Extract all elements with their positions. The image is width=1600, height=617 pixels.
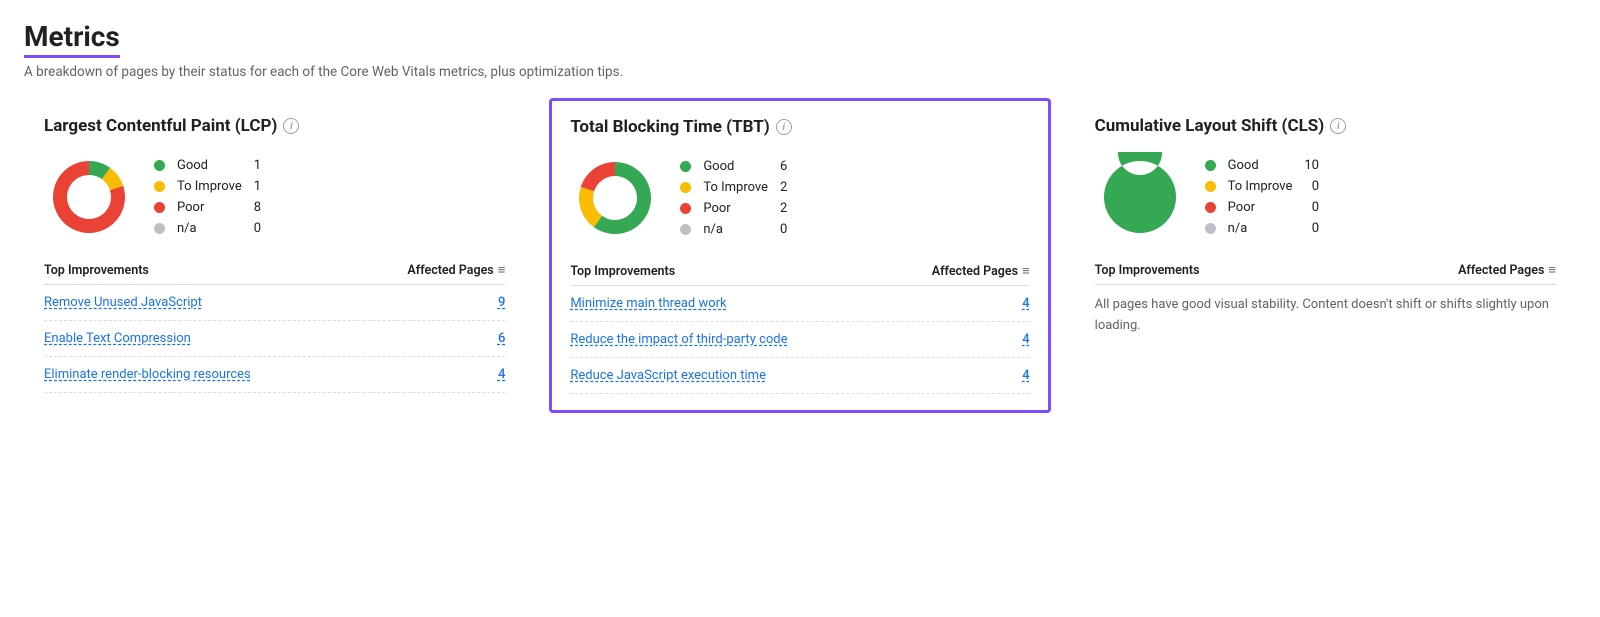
improvement-link-lcp-0[interactable]: Remove Unused JavaScript xyxy=(44,295,202,310)
affected-pages-label-cls: Affected Pages xyxy=(1458,263,1544,278)
legend-tbt: Good 6 To Improve 2 Poor 2 n/a 0 xyxy=(680,159,787,237)
affected-pages-label-tbt: Affected Pages xyxy=(932,264,1018,279)
legend-dot-tbt-1 xyxy=(680,182,691,193)
improvements-section-cls: Top Improvements Affected Pages ≡ All pages… xyxy=(1095,262,1556,337)
donut-chart-cls xyxy=(1095,152,1185,242)
improvement-link-lcp-1[interactable]: Enable Text Compression xyxy=(44,331,191,346)
legend-label-tbt-2: Poor xyxy=(703,201,768,216)
legend-value-cls-1: 0 xyxy=(1304,179,1319,194)
metric-panel-cls: Cumulative Layout Shift (CLS) i Good 10 To I… xyxy=(1075,98,1576,413)
metric-title-cls: Cumulative Layout Shift (CLS) i xyxy=(1095,116,1556,136)
improvement-link-lcp-2[interactable]: Eliminate render-blocking resources xyxy=(44,367,251,382)
legend-dot-cls-2 xyxy=(1205,202,1216,213)
legend-label-cls-1: To Improve xyxy=(1228,179,1293,194)
improvement-count-lcp-0: 9 xyxy=(485,295,505,310)
page-subtitle: A breakdown of pages by their status for… xyxy=(24,64,1576,80)
improvement-count-tbt-1: 4 xyxy=(1010,332,1030,347)
metric-title-lcp: Largest Contentful Paint (LCP) i xyxy=(44,116,505,136)
legend-value-tbt-0: 6 xyxy=(780,159,787,174)
improvements-header-cls: Top Improvements Affected Pages ≡ xyxy=(1095,262,1556,285)
improvement-link-tbt-1[interactable]: Reduce the impact of third-party code xyxy=(570,332,787,347)
legend-value-lcp-1: 1 xyxy=(254,179,261,194)
legend-value-tbt-1: 2 xyxy=(780,180,787,195)
legend-label-cls-0: Good xyxy=(1228,158,1293,173)
filter-icon-lcp[interactable]: ≡ xyxy=(498,262,506,278)
metrics-grid: Largest Contentful Paint (LCP) i Good 1 To I… xyxy=(24,98,1576,413)
improvement-row-lcp-1: Enable Text Compression 6 xyxy=(44,321,505,357)
legend-value-cls-0: 10 xyxy=(1304,158,1319,173)
affected-pages-header-tbt: Affected Pages ≡ xyxy=(932,263,1030,279)
page-title: Metrics xyxy=(24,20,120,58)
legend-dot-tbt-3 xyxy=(680,224,691,235)
improvements-section-lcp: Top Improvements Affected Pages ≡ Remove Un… xyxy=(44,262,505,393)
legend-value-cls-3: 0 xyxy=(1304,221,1319,236)
improvement-row-tbt-2: Reduce JavaScript execution time 4 xyxy=(570,358,1029,394)
metric-title-text-tbt: Total Blocking Time (TBT) xyxy=(570,117,769,137)
improvement-row-lcp-2: Eliminate render-blocking resources 4 xyxy=(44,357,505,393)
donut-chart-lcp xyxy=(44,152,134,242)
improvements-header-lcp: Top Improvements Affected Pages ≡ xyxy=(44,262,505,285)
chart-legend-cls: Good 10 To Improve 0 Poor 0 n/a 0 xyxy=(1095,152,1556,242)
top-improvements-label-cls: Top Improvements xyxy=(1095,263,1200,278)
legend-label-lcp-1: To Improve xyxy=(177,179,242,194)
legend-value-lcp-2: 8 xyxy=(254,200,261,215)
metric-title-text-cls: Cumulative Layout Shift (CLS) xyxy=(1095,116,1325,136)
improvement-count-tbt-0: 4 xyxy=(1010,296,1030,311)
legend-label-tbt-3: n/a xyxy=(703,222,768,237)
improvement-link-tbt-2[interactable]: Reduce JavaScript execution time xyxy=(570,368,766,383)
affected-pages-label-lcp: Affected Pages xyxy=(407,263,493,278)
improvement-row-tbt-0: Minimize main thread work 4 xyxy=(570,286,1029,322)
legend-label-cls-2: Poor xyxy=(1228,200,1293,215)
legend-label-lcp-0: Good xyxy=(177,158,242,173)
legend-label-lcp-2: Poor xyxy=(177,200,242,215)
legend-dot-lcp-0 xyxy=(154,160,165,171)
legend-label-tbt-0: Good xyxy=(703,159,768,174)
legend-label-lcp-3: n/a xyxy=(177,221,242,236)
legend-value-tbt-2: 2 xyxy=(780,201,787,216)
legend-value-tbt-3: 0 xyxy=(780,222,787,237)
chart-legend-lcp: Good 1 To Improve 1 Poor 8 n/a 0 xyxy=(44,152,505,242)
affected-pages-header-cls: Affected Pages ≡ xyxy=(1458,262,1556,278)
top-improvements-label-tbt: Top Improvements xyxy=(570,264,675,279)
top-improvements-label-lcp: Top Improvements xyxy=(44,263,149,278)
improvement-row-tbt-1: Reduce the impact of third-party code 4 xyxy=(570,322,1029,358)
legend-dot-tbt-0 xyxy=(680,161,691,172)
improvement-count-lcp-1: 6 xyxy=(485,331,505,346)
improvement-link-tbt-0[interactable]: Minimize main thread work xyxy=(570,296,726,311)
improvement-row-lcp-0: Remove Unused JavaScript 9 xyxy=(44,285,505,321)
legend-label-tbt-1: To Improve xyxy=(703,180,768,195)
improvement-count-tbt-2: 4 xyxy=(1010,368,1030,383)
legend-lcp: Good 1 To Improve 1 Poor 8 n/a 0 xyxy=(154,158,261,236)
filter-icon-cls[interactable]: ≡ xyxy=(1548,262,1556,278)
improvements-section-tbt: Top Improvements Affected Pages ≡ Minimize … xyxy=(570,263,1029,394)
metric-title-tbt: Total Blocking Time (TBT) i xyxy=(570,117,1029,137)
metric-title-text-lcp: Largest Contentful Paint (LCP) xyxy=(44,116,277,136)
metric-panel-lcp: Largest Contentful Paint (LCP) i Good 1 To I… xyxy=(24,98,525,413)
legend-dot-cls-0 xyxy=(1205,160,1216,171)
affected-pages-header-lcp: Affected Pages ≡ xyxy=(407,262,505,278)
page-header: Metrics A breakdown of pages by their st… xyxy=(24,20,1576,80)
chart-legend-tbt: Good 6 To Improve 2 Poor 2 n/a 0 xyxy=(570,153,1029,243)
info-icon-lcp[interactable]: i xyxy=(283,118,299,134)
legend-dot-tbt-2 xyxy=(680,203,691,214)
legend-dot-cls-3 xyxy=(1205,223,1216,234)
info-icon-cls[interactable]: i xyxy=(1330,118,1346,134)
legend-cls: Good 10 To Improve 0 Poor 0 n/a 0 xyxy=(1205,158,1319,236)
legend-dot-lcp-1 xyxy=(154,181,165,192)
improvement-count-lcp-2: 4 xyxy=(485,367,505,382)
legend-label-cls-3: n/a xyxy=(1228,221,1293,236)
no-issues-text-cls: All pages have good visual stability. Co… xyxy=(1095,295,1556,337)
legend-dot-lcp-2 xyxy=(154,202,165,213)
info-icon-tbt[interactable]: i xyxy=(776,119,792,135)
legend-dot-cls-1 xyxy=(1205,181,1216,192)
metric-panel-tbt: Total Blocking Time (TBT) i Good 6 To Improv… xyxy=(549,98,1050,413)
donut-chart-tbt xyxy=(570,153,660,243)
filter-icon-tbt[interactable]: ≡ xyxy=(1022,263,1030,279)
improvements-header-tbt: Top Improvements Affected Pages ≡ xyxy=(570,263,1029,286)
legend-value-cls-2: 0 xyxy=(1304,200,1319,215)
legend-dot-lcp-3 xyxy=(154,223,165,234)
legend-value-lcp-3: 0 xyxy=(254,221,261,236)
legend-value-lcp-0: 1 xyxy=(254,158,261,173)
